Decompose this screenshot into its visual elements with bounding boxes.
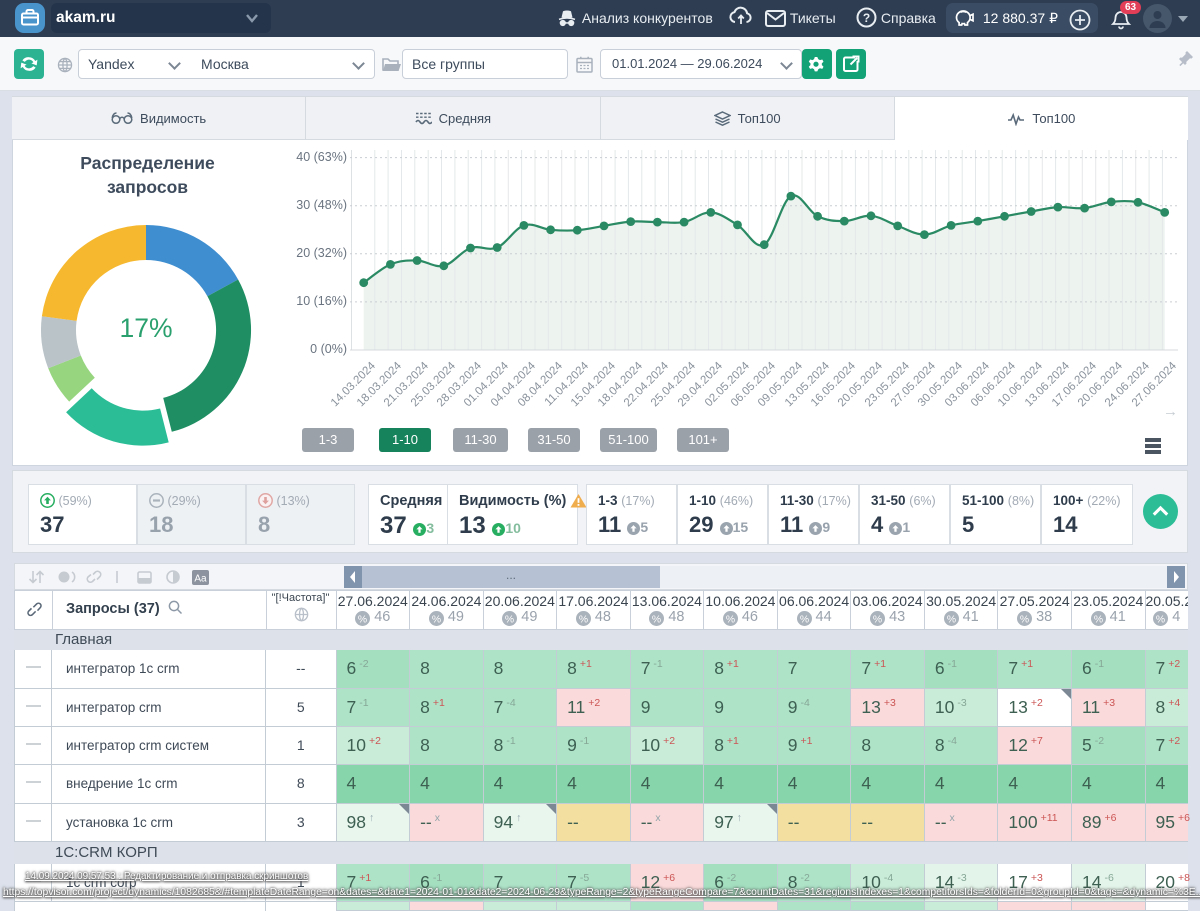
svg-text:%: % [505, 614, 514, 625]
svg-text:%: % [873, 614, 882, 625]
svg-text:%: % [1156, 614, 1165, 625]
svg-text:%: % [579, 614, 588, 625]
svg-text:%: % [799, 614, 808, 625]
svg-text:%: % [946, 614, 955, 625]
svg-text:%: % [1020, 614, 1029, 625]
svg-text:%: % [726, 614, 735, 625]
svg-text:%: % [358, 614, 367, 625]
svg-text:%: % [652, 614, 661, 625]
svg-text:%: % [432, 614, 441, 625]
svg-text:Aa: Aa [194, 574, 207, 585]
svg-text:%: % [1094, 614, 1103, 625]
